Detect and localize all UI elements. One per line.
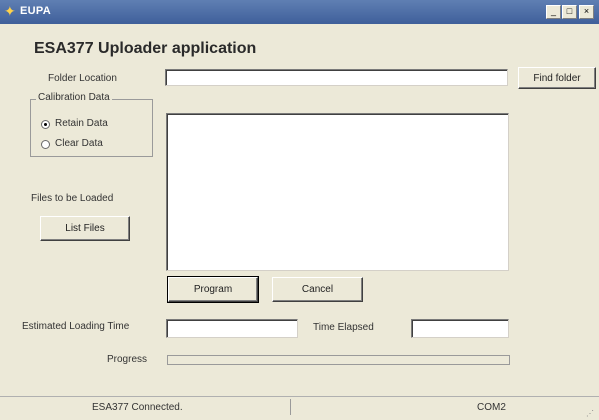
title-bar[interactable]: ✦ EUPA _ □ × (0, 0, 599, 24)
find-folder-label: Find folder (533, 72, 581, 84)
estimated-time-field[interactable] (166, 319, 298, 338)
radio-selected-dot (44, 123, 47, 126)
list-files-label: List Files (65, 223, 105, 234)
clear-data-label[interactable]: Clear Data (55, 138, 103, 149)
page-title: ESA377 Uploader application (34, 40, 257, 57)
app-icon: ✦ (4, 3, 16, 19)
status-separator (290, 399, 291, 415)
cancel-label: Cancel (301, 284, 334, 295)
retain-data-radio[interactable] (41, 120, 50, 129)
port-status: COM2 (477, 402, 506, 413)
clear-data-radio[interactable] (41, 140, 50, 149)
time-elapsed-field[interactable] (411, 319, 509, 338)
cancel-button[interactable]: Cancel (272, 277, 363, 302)
find-folder-button[interactable]: Find folder (518, 67, 596, 89)
folder-location-label: Folder Location (48, 73, 117, 84)
progress-bar (167, 355, 510, 365)
progress-label: Progress (107, 354, 148, 365)
files-to-be-loaded-label: Files to be Loaded (31, 193, 114, 204)
resize-grip-icon[interactable]: ⋰ (586, 409, 594, 418)
files-listbox[interactable] (166, 113, 509, 271)
main-window: ✦ EUPA _ □ × ESA377 Uploader application… (0, 0, 599, 420)
list-files-button[interactable]: List Files (40, 216, 130, 241)
maximize-button[interactable]: □ (562, 5, 577, 19)
minimize-button[interactable]: _ (546, 5, 561, 19)
program-label: Program (193, 284, 233, 295)
folder-location-input[interactable] (165, 69, 508, 86)
calibration-title: Calibration Data (36, 92, 112, 103)
close-button[interactable]: × (579, 5, 594, 19)
connection-status: ESA377 Connected. (92, 402, 183, 413)
program-button[interactable]: Program (167, 276, 259, 303)
retain-data-label[interactable]: Retain Data (55, 118, 108, 129)
status-bar (0, 396, 599, 420)
time-elapsed-label: Time Elapsed (313, 322, 374, 333)
estimated-time-label: Estimated Loading Time (22, 321, 130, 332)
window-title: EUPA (20, 5, 51, 17)
